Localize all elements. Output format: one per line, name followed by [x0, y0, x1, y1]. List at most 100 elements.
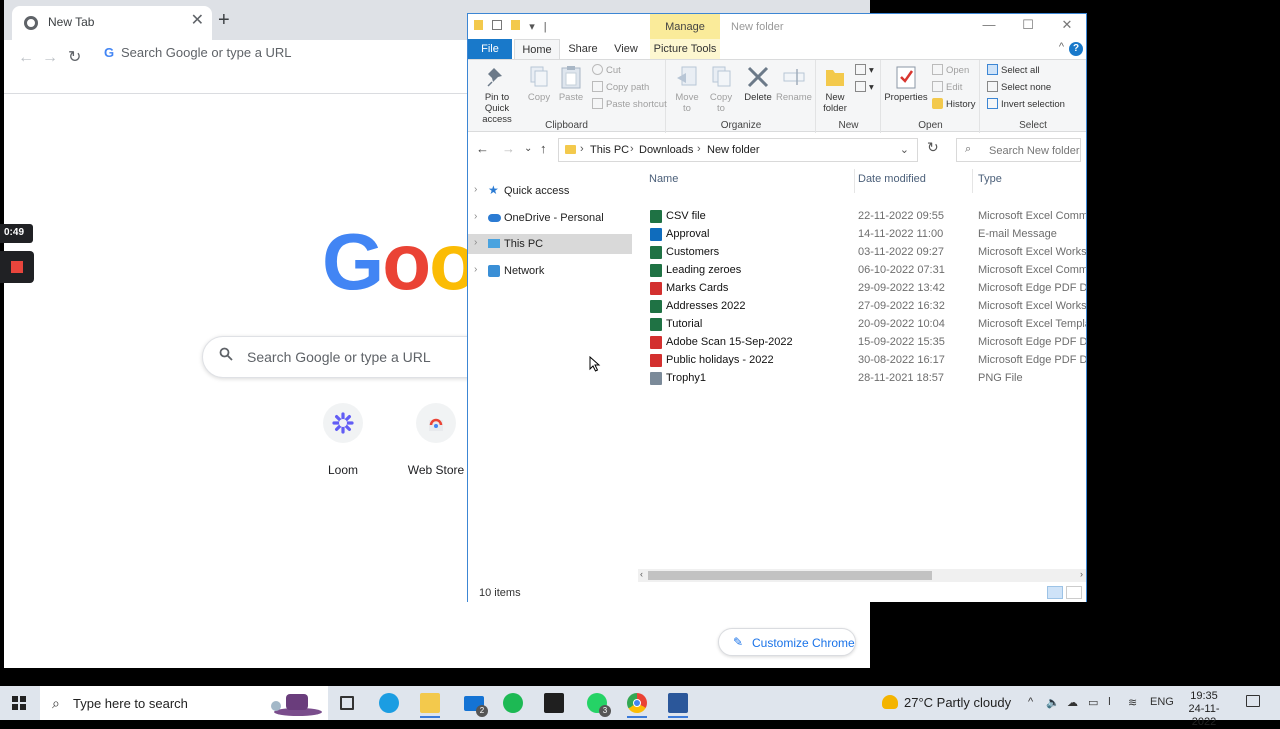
microphone-icon[interactable]: ǀ [1108, 696, 1111, 708]
taskbar-file-explorer[interactable] [414, 690, 446, 718]
chevron-right-icon[interactable]: › [474, 184, 477, 195]
manage-tab[interactable]: Manage [650, 14, 720, 39]
file-row[interactable]: Customers 03-11-2022 09:27 Microsoft Excel… [638, 243, 1086, 261]
search-folder-input[interactable]: ⌕ Search New folder [956, 138, 1081, 162]
tab-view[interactable]: View [608, 39, 644, 59]
forward-arrow-icon[interactable]: → [502, 141, 515, 156]
column-header-name[interactable]: Name [649, 173, 678, 185]
select-all-button[interactable]: Select all [987, 64, 1040, 78]
file-row[interactable]: Leading zeroes 06-10-2022 07:31 Microsoft … [638, 261, 1086, 279]
back-arrow-icon[interactable]: ← [476, 141, 489, 156]
scroll-right-icon[interactable]: › [1080, 569, 1083, 579]
help-icon[interactable]: ? [1069, 42, 1083, 56]
rename-button[interactable]: Rename [775, 62, 813, 103]
chrome-tab-new-tab[interactable]: New Tab ✕ [12, 6, 212, 40]
qat-dropdown-icon[interactable]: ▾ [529, 21, 535, 33]
taskbar-chrome[interactable] [621, 690, 653, 718]
taskbar-sticky-notes[interactable] [538, 690, 570, 718]
onedrive-icon[interactable]: ☁ [1067, 696, 1078, 709]
copy-path-button[interactable]: Copy path [592, 81, 649, 95]
clock[interactable]: 19:35 24-11-2022 [1178, 690, 1230, 729]
copy-button[interactable]: Copy [524, 62, 554, 103]
tab-picture-tools[interactable]: Picture Tools [650, 39, 720, 59]
tab-share[interactable]: Share [564, 39, 602, 59]
invert-selection-button[interactable]: Invert selection [987, 98, 1065, 112]
nav-item-quick-access[interactable]: › ★ Quick access [468, 181, 632, 201]
nav-item-onedrive[interactable]: › OneDrive - Personal [468, 208, 632, 228]
large-icons-view-icon[interactable] [1066, 586, 1082, 599]
details-view-icon[interactable] [1047, 586, 1063, 599]
open-button[interactable]: Open [932, 64, 969, 78]
task-view-button[interactable] [331, 690, 363, 718]
volume-icon[interactable]: 🔈 [1046, 696, 1060, 709]
file-row[interactable]: Adobe Scan 15-Sep-2022 15-09-2022 15:35 Mi… [638, 333, 1086, 351]
weather-widget[interactable]: 27°C Partly cloudy [882, 695, 1011, 710]
breadcrumb-this-pc[interactable]: This PC [590, 144, 629, 156]
close-tab-icon[interactable]: ✕ [191, 13, 204, 29]
maximize-icon[interactable]: ☐ [1018, 17, 1038, 33]
customize-chrome-button[interactable]: ✎ Customize Chrome [718, 628, 856, 656]
show-hidden-icons-icon[interactable]: ^ [1028, 696, 1033, 708]
stop-recording-button[interactable] [0, 251, 34, 283]
chevron-right-icon[interactable]: › [474, 237, 477, 248]
new-tab-button[interactable]: + [218, 10, 230, 30]
close-icon[interactable]: ✕ [1057, 17, 1077, 33]
delete-button[interactable]: Delete [741, 62, 775, 103]
taskbar-whatsapp[interactable]: 3 [581, 690, 613, 718]
pin-to-quick-access-button[interactable]: Pin to Quick access [472, 62, 522, 125]
notification-center-icon[interactable] [1246, 695, 1260, 707]
nav-item-network[interactable]: › Network [468, 261, 632, 281]
column-divider[interactable] [854, 169, 855, 193]
scroll-left-icon[interactable]: ‹ [640, 569, 643, 579]
forward-icon[interactable]: → [42, 49, 58, 67]
column-header-date[interactable]: Date modified [858, 173, 926, 185]
column-divider[interactable] [972, 169, 973, 193]
windows-start-icon[interactable] [12, 696, 26, 710]
properties-qat-icon[interactable] [492, 20, 503, 30]
scrollbar-thumb[interactable] [648, 571, 932, 580]
new-folder-button[interactable]: New folder [819, 62, 851, 114]
history-button[interactable]: History [932, 98, 976, 112]
easy-access-button[interactable]: ▾ [855, 81, 874, 95]
wifi-icon[interactable]: ≋ [1128, 696, 1137, 709]
paste-button[interactable]: Paste [556, 62, 586, 103]
taskbar-mail[interactable]: 2 [458, 690, 490, 718]
taskbar-search-box[interactable]: ⌕ Type here to search [40, 686, 328, 720]
breadcrumb-new-folder[interactable]: New folder [707, 144, 760, 156]
taskbar-edge[interactable] [373, 690, 405, 718]
language-indicator[interactable]: ENG [1150, 696, 1174, 708]
omnibox[interactable]: G Search Google or type a URL [96, 41, 496, 63]
address-bar[interactable]: › This PC › Downloads › New folder ⌄ [558, 138, 918, 162]
file-row[interactable]: CSV file 22-11-2022 09:55 Microsoft Excel … [638, 207, 1086, 225]
file-row[interactable]: Trophy1 28-11-2021 18:57 PNG File [638, 369, 1086, 387]
chevron-down-icon[interactable]: ⌄ [900, 143, 909, 156]
horizontal-scrollbar[interactable]: ‹ › [638, 569, 1086, 582]
back-icon[interactable]: ← [18, 49, 34, 67]
nav-item-this-pc[interactable]: › This PC [468, 234, 632, 254]
chevron-right-icon[interactable]: › [474, 264, 477, 275]
new-item-button[interactable]: ▾ [855, 64, 874, 78]
file-row[interactable]: Approval 14-11-2022 11:00 E-mail Message [638, 225, 1086, 243]
column-header-type[interactable]: Type [978, 173, 1002, 185]
shortcut-loom[interactable]: Loom [303, 403, 383, 477]
move-to-button[interactable]: Move to [671, 62, 703, 114]
properties-button[interactable]: Properties [884, 62, 928, 103]
battery-icon[interactable]: ▭ [1088, 696, 1098, 709]
tab-file[interactable]: File [468, 39, 512, 59]
edit-button[interactable]: Edit [932, 81, 962, 95]
paste-shortcut-button[interactable]: Paste shortcut [592, 98, 667, 112]
select-none-button[interactable]: Select none [987, 81, 1051, 95]
file-row[interactable]: Tutorial 20-09-2022 10:04 Microsoft Excel … [638, 315, 1086, 333]
minimize-icon[interactable]: — [979, 17, 999, 32]
recent-locations-icon[interactable]: ⌄ [524, 143, 532, 154]
tab-home[interactable]: Home [514, 39, 560, 59]
file-row[interactable]: Marks Cards 29-09-2022 13:42 Microsoft Edg… [638, 279, 1086, 297]
cut-button[interactable]: Cut [592, 64, 621, 78]
file-row[interactable]: Public holidays - 2022 30-08-2022 16:17 Mi… [638, 351, 1086, 369]
chevron-right-icon[interactable]: › [474, 211, 477, 222]
file-row[interactable]: Addresses 2022 27-09-2022 16:32 Microsoft … [638, 297, 1086, 315]
new-folder-qat-icon[interactable] [511, 20, 521, 30]
taskbar-spotify[interactable] [497, 690, 529, 718]
copy-to-button[interactable]: Copy to [705, 62, 737, 114]
refresh-icon[interactable]: ↻ [927, 139, 939, 156]
